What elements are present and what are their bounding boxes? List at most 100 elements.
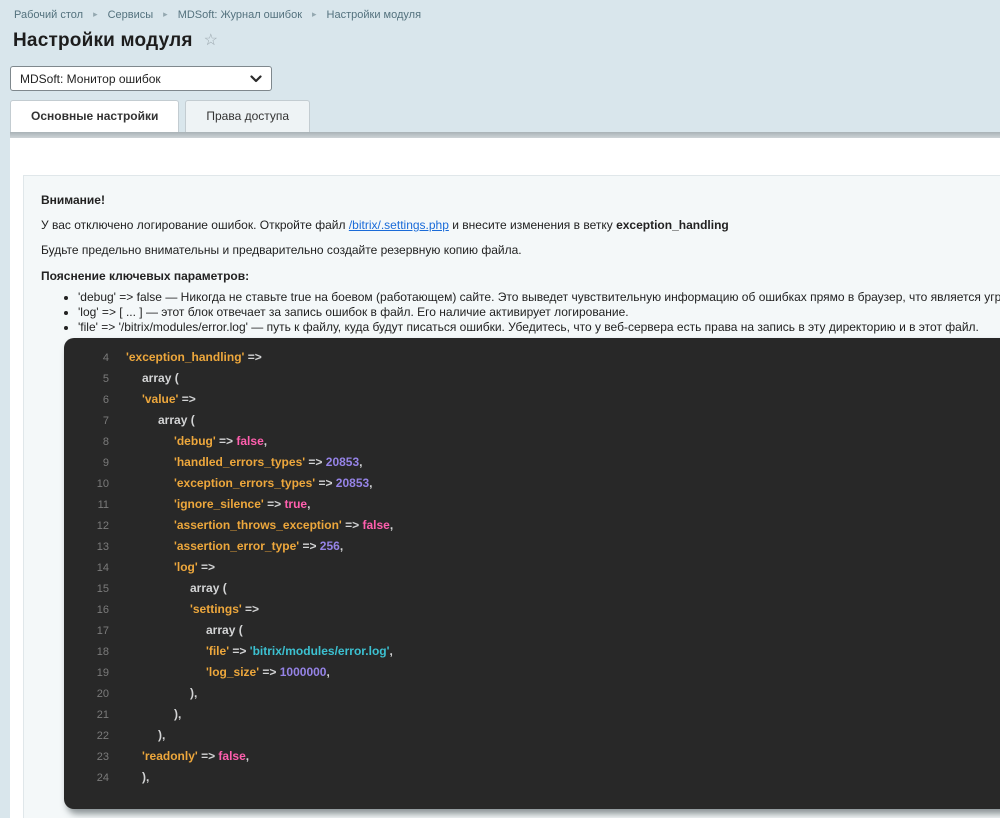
code-token-num: 20853 <box>335 476 370 490</box>
code-token-punct: array ( <box>206 623 243 637</box>
code-token-punct: => <box>259 665 280 679</box>
code-line-text: 'log_size' => 1000000, <box>126 662 330 683</box>
code-token-punct: , <box>263 434 268 448</box>
code-line-number: 11 <box>97 499 109 511</box>
notice-heading: Внимание! <box>41 193 105 207</box>
code-line-number: 21 <box>96 709 109 721</box>
code-token-key: 'readonly' <box>142 749 198 763</box>
code-line: 20), <box>64 683 1000 704</box>
code-token-bool: false <box>218 749 246 763</box>
code-line-number: 6 <box>102 394 109 406</box>
code-line-number: 16 <box>96 604 109 616</box>
favorite-star-icon[interactable]: ☆ <box>204 33 218 49</box>
code-line: 9 'handled_errors_types' => 20853, <box>64 452 1000 473</box>
code-token-punct: , <box>339 539 344 553</box>
code-line-text: ), <box>126 683 197 704</box>
code-token-punct: ), <box>190 686 198 700</box>
tab-main-settings[interactable]: Основные настройки <box>10 100 180 132</box>
code-line-text: 'assertion_throws_exception' => false, <box>126 515 393 536</box>
code-token-punct: => <box>197 749 219 763</box>
breadcrumb-item[interactable]: Настройки модуля <box>327 9 421 21</box>
code-token-num: 1000000 <box>279 665 327 679</box>
code-token-punct: => <box>299 539 320 553</box>
code-line-number: 14 <box>96 562 109 574</box>
code-token-punct: ), <box>174 707 182 721</box>
code-line: 13 'assertion_error_type' => 256, <box>64 536 1000 557</box>
code-line: 23 'readonly' => false, <box>64 746 1000 767</box>
breadcrumb: Рабочий стол ▸ Сервисы ▸ MDSoft: Журнал ошиб… <box>0 0 1000 21</box>
code-line: 7 array ( <box>64 410 1000 431</box>
code-token-punct: , <box>389 518 394 532</box>
breadcrumb-item[interactable]: MDSoft: Журнал ошибок <box>178 9 302 21</box>
code-line-number: 17 <box>96 625 109 637</box>
breadcrumb-item[interactable]: Сервисы <box>108 9 154 21</box>
params-list: 'debug' => false — Никогда не ставьте tr… <box>63 290 1000 335</box>
code-token-key: 'settings' <box>190 602 242 616</box>
backup-warning: Будьте предельно внимательны и предварит… <box>41 243 522 257</box>
code-token-key: 'handled_errors_types' <box>174 455 306 469</box>
code-line-text: 'assertion_error_type' => 256, <box>126 536 343 557</box>
code-line-number: 12 <box>96 520 109 532</box>
code-token-str: 'bitrix/modules/error.log' <box>249 644 390 658</box>
code-token-key: 'debug' <box>174 434 216 448</box>
code-token-key: 'assertion_error_type' <box>174 539 300 553</box>
code-token-punct: array ( <box>158 413 195 427</box>
code-line-text: 'handled_errors_types' => 20853, <box>126 452 363 473</box>
code-line-number: 15 <box>96 583 109 595</box>
code-token-punct: => <box>229 644 250 658</box>
code-token-punct: => <box>315 476 336 490</box>
code-line: 19 'log_size' => 1000000, <box>64 662 1000 683</box>
code-block: 4 'exception_handling' => 5 array ( 6 'value'… <box>64 338 1000 809</box>
code-line-number: 4 <box>102 352 109 364</box>
code-line-text: array ( <box>126 578 227 599</box>
code-line: 21), <box>64 704 1000 725</box>
code-line-text: array ( <box>126 368 179 389</box>
code-line-number: 5 <box>102 373 109 385</box>
code-token-num: 256 <box>319 539 340 553</box>
code-line: 5 array ( <box>64 368 1000 389</box>
tab-content: Внимание! У вас отключено логирование ош… <box>10 138 1000 818</box>
code-token-punct: , <box>326 665 330 679</box>
breadcrumb-separator-icon: ▸ <box>163 9 168 19</box>
code-line-text: 'debug' => false, <box>126 431 267 452</box>
code-line: 6 'value' => <box>64 389 1000 410</box>
code-token-key: 'log_size' <box>206 665 260 679</box>
page-header: Настройки модуля ☆ <box>13 30 1000 52</box>
code-token-punct: , <box>359 455 363 469</box>
code-token-punct: => <box>305 455 326 469</box>
code-line: 11 'ignore_silence' => true, <box>64 494 1000 515</box>
settings-file-link[interactable]: /bitrix/.settings.php <box>349 218 449 232</box>
code-token-key: 'value' <box>142 392 179 406</box>
code-line: 17 array ( <box>64 620 1000 641</box>
code-line-number: 19 <box>96 667 109 679</box>
code-line-text: array ( <box>126 410 195 431</box>
code-line-text: 'value' => <box>126 389 196 410</box>
code-line: 14 'log' => <box>64 557 1000 578</box>
code-line-number: 7 <box>102 415 109 427</box>
notice-intro: У вас отключено логирование ошибок. Откр… <box>41 218 1000 232</box>
code-line: 10 'exception_errors_types' => 20853, <box>64 473 1000 494</box>
page-title: Настройки модуля <box>13 30 193 51</box>
code-line-number: 13 <box>96 541 109 553</box>
code-token-punct: => <box>244 350 262 364</box>
code-token-bool: true <box>284 497 308 511</box>
code-line: 4 'exception_handling' => <box>64 347 1000 368</box>
code-token-punct: ), <box>158 728 166 742</box>
tab-access-rights[interactable]: Права доступа <box>185 100 311 132</box>
code-token-punct: => <box>197 560 216 574</box>
code-line-text: 'exception_handling' => <box>126 347 262 368</box>
code-line-number: 9 <box>102 457 109 469</box>
code-line: 8 'debug' => false, <box>64 431 1000 452</box>
code-token-punct: array ( <box>190 581 227 595</box>
module-select[interactable]: MDSoft: Монитор ошибок <box>10 66 272 91</box>
code-token-key: 'exception_handling' <box>126 350 245 364</box>
code-token-key: 'file' <box>206 644 230 658</box>
code-token-key: 'exception_errors_types' <box>174 476 316 490</box>
breadcrumb-separator-icon: ▸ <box>312 9 317 19</box>
code-token-key: 'assertion_throws_exception' <box>174 518 342 532</box>
param-bullet: 'debug' => false — Никогда не ставьте tr… <box>78 290 1000 305</box>
code-line: 16 'settings' => <box>64 599 1000 620</box>
breadcrumb-item[interactable]: Рабочий стол <box>14 9 83 21</box>
code-token-punct: => <box>263 497 285 511</box>
code-line-number: 20 <box>96 688 109 700</box>
